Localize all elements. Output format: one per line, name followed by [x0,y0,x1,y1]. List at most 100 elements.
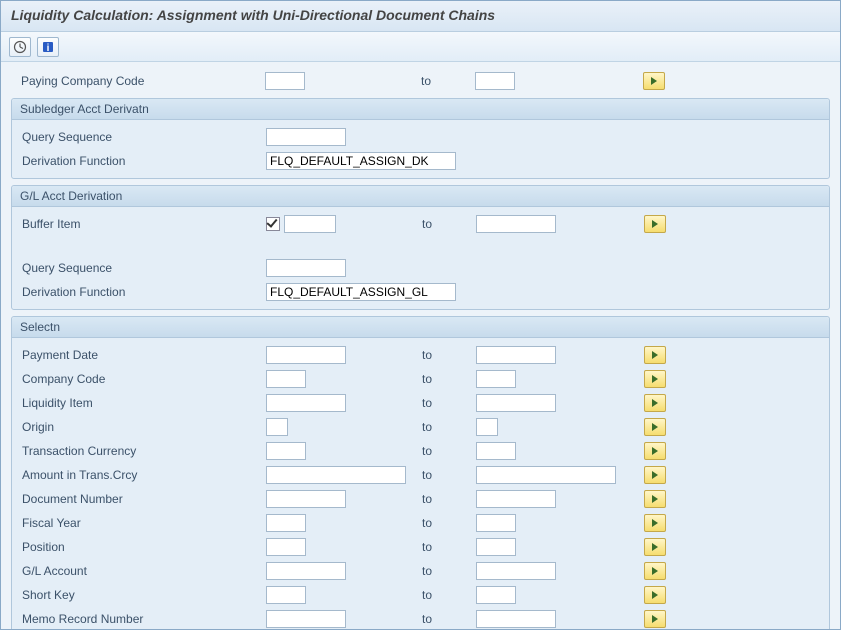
selection-to-input[interactable] [476,562,556,580]
query-sequence-input-2[interactable] [266,259,346,277]
selection-row: Amount in Trans.Crcyto [16,464,825,486]
arrow-right-icon [652,567,658,575]
to-label: to [416,396,476,410]
multiple-selection-button[interactable] [643,72,665,90]
arrow-right-icon [652,375,658,383]
selection-to-input[interactable] [476,442,516,460]
paying-company-code-label: Paying Company Code [15,74,265,88]
info-button[interactable]: i [37,37,59,57]
paying-company-code-row: Paying Company Code to [7,70,834,92]
selection-row-label: Origin [16,420,266,434]
selection-to-input[interactable] [476,610,556,628]
selection-row-label: Liquidity Item [16,396,266,410]
selection-to-input[interactable] [476,490,556,508]
selection-from-input[interactable] [266,610,346,628]
execute-button[interactable] [9,37,31,57]
selection-row-label: Short Key [16,588,266,602]
selection-from-input[interactable] [266,346,346,364]
selection-from-input[interactable] [266,514,306,532]
sap-window: Liquidity Calculation: Assignment with U… [0,0,841,630]
selection-from-input[interactable] [266,442,306,460]
subledger-group-title: Subledger Acct Derivatn [12,99,829,120]
selection-row-label: Amount in Trans.Crcy [16,468,266,482]
selectn-group: Selectn Payment DatetoCompany CodetoLiqu… [11,316,830,630]
to-label: to [416,612,476,626]
clock-execute-icon [13,40,27,54]
multiple-selection-button[interactable] [644,215,666,233]
selection-to-input[interactable] [476,394,556,412]
to-label: to [416,516,476,530]
multiple-selection-button[interactable] [644,562,666,580]
multiple-selection-button[interactable] [644,610,666,628]
selection-row: Positionto [16,536,825,558]
selection-row: Origin to [16,416,825,438]
arrow-right-icon [652,423,658,431]
content-area: Paying Company Code to Subledger Acct De… [1,62,840,630]
selection-to-input[interactable] [476,538,516,556]
to-label: to [416,492,476,506]
subledger-acct-derivatn-group: Subledger Acct Derivatn Query Sequence D… [11,98,830,179]
arrow-right-icon [652,351,658,359]
to-label: to [416,348,476,362]
selection-row: Fiscal Year to [16,512,825,534]
arrow-right-icon [652,495,658,503]
selection-to-input[interactable] [476,466,616,484]
to-label: to [416,564,476,578]
paying-company-code-to-input[interactable] [475,72,515,90]
arrow-right-icon [652,399,658,407]
selectn-group-title: Selectn [12,317,829,338]
selection-from-input[interactable] [266,490,346,508]
multiple-selection-button[interactable] [644,466,666,484]
selection-to-input[interactable] [476,370,516,388]
arrow-right-icon [652,519,658,527]
derivation-function-input-1[interactable] [266,152,456,170]
multiple-selection-button[interactable] [644,442,666,460]
multiple-selection-button[interactable] [644,346,666,364]
selection-from-input[interactable] [266,586,306,604]
selection-from-input[interactable] [266,394,346,412]
buffer-item-label: Buffer Item [16,217,266,231]
derivation-function-input-2[interactable] [266,283,456,301]
selection-to-input[interactable] [476,346,556,364]
selection-row: Payment Dateto [16,344,825,366]
selection-row: Liquidity Item to [16,392,825,414]
multiple-selection-button[interactable] [644,394,666,412]
buffer-item-to-input[interactable] [476,215,556,233]
selection-from-input[interactable] [266,562,346,580]
to-label: to [416,540,476,554]
arrow-right-icon [652,591,658,599]
selection-row: Memo Record Number to [16,608,825,630]
to-label: to [416,420,476,434]
multiple-selection-button[interactable] [644,538,666,556]
multiple-selection-button[interactable] [644,514,666,532]
selection-from-input[interactable] [266,370,306,388]
paying-company-code-from-input[interactable] [265,72,305,90]
info-icon: i [41,40,55,54]
selection-from-input[interactable] [266,538,306,556]
selection-row: Company Codeto [16,368,825,390]
selection-row-label: Fiscal Year [16,516,266,530]
selection-to-input[interactable] [476,418,498,436]
selection-from-input[interactable] [266,418,288,436]
application-toolbar: i [1,32,840,62]
to-label: to [416,588,476,602]
derivation-function-label-2: Derivation Function [16,285,266,299]
selection-to-input[interactable] [476,514,516,532]
multiple-selection-button[interactable] [644,418,666,436]
arrow-right-icon [652,220,658,228]
multiple-selection-button[interactable] [644,370,666,388]
selection-row: Transaction Currency to [16,440,825,462]
multiple-selection-button[interactable] [644,586,666,604]
selection-row-label: Transaction Currency [16,444,266,458]
arrow-right-icon [651,77,657,85]
to-label: to [416,444,476,458]
buffer-item-from-input[interactable] [284,215,336,233]
selection-from-input[interactable] [266,466,406,484]
buffer-item-checkbox[interactable] [266,217,280,231]
selection-row-label: Memo Record Number [16,612,266,626]
to-label-buffer: to [416,217,476,231]
gl-group-title: G/L Acct Derivation [12,186,829,207]
multiple-selection-button[interactable] [644,490,666,508]
selection-to-input[interactable] [476,586,516,604]
query-sequence-input-1[interactable] [266,128,346,146]
